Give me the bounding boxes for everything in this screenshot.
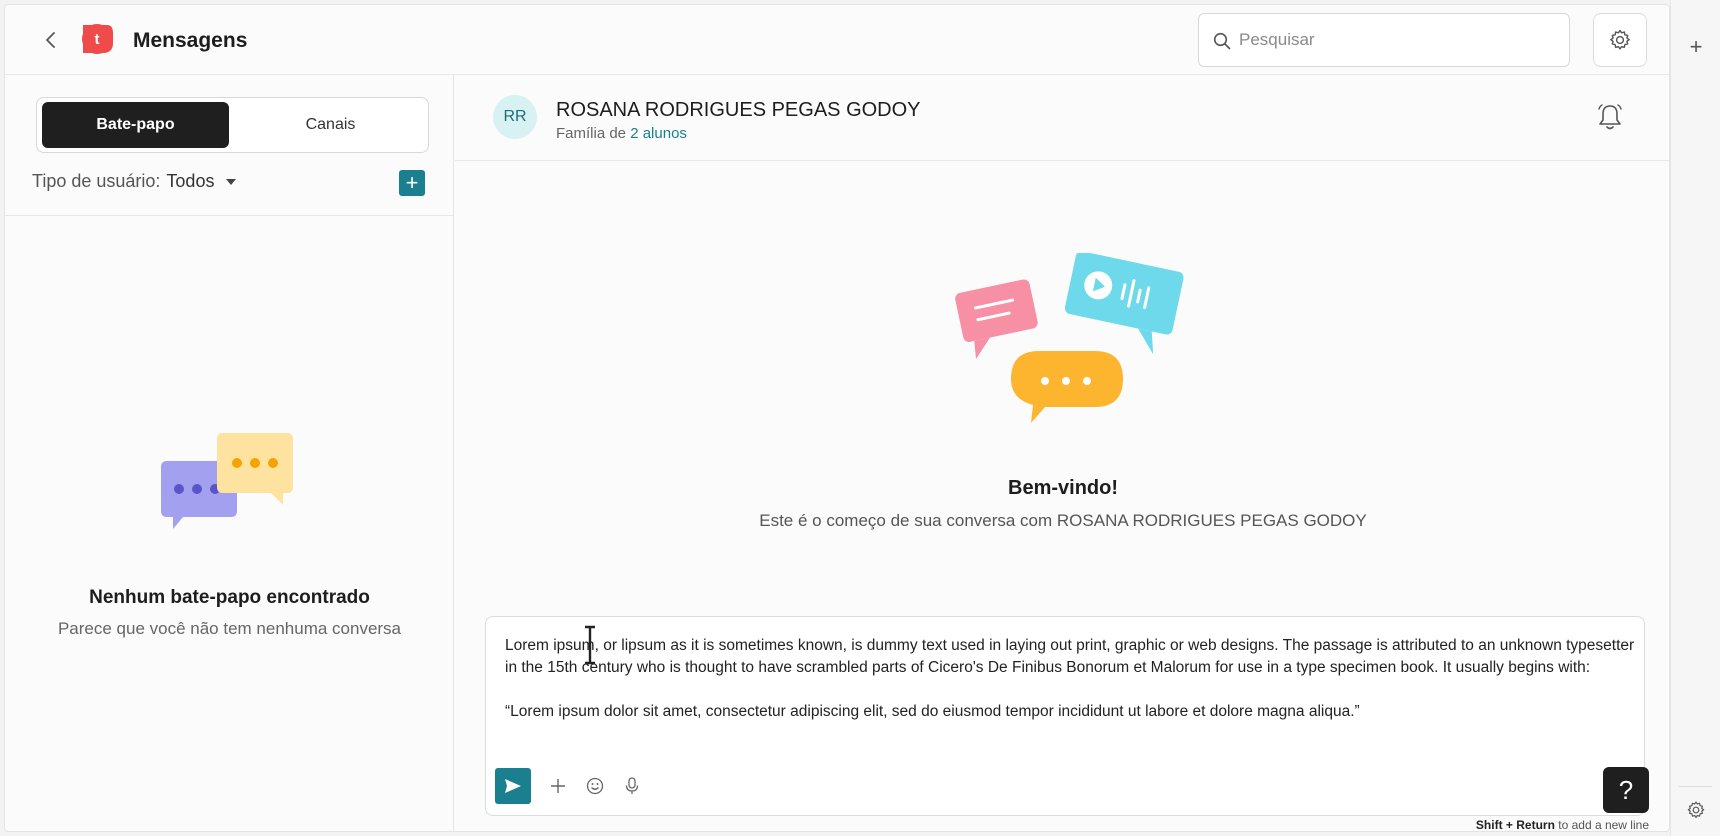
empty-chat-illustration-icon bbox=[161, 433, 293, 529]
chat-list-panel: Bate-papo Canais Tipo de usuário: Todos +… bbox=[5, 75, 454, 831]
contact-subtitle: Família de 2 alunos bbox=[556, 125, 687, 142]
newline-hint: Shift + Return to add a new line bbox=[1475, 818, 1649, 832]
divider bbox=[1679, 786, 1712, 787]
app-window: t Mensagens Bate-papo Canais Tipo de usu… bbox=[4, 4, 1670, 832]
message-input[interactable]: Lorem ipsum, or lipsum as it is sometime… bbox=[505, 635, 1635, 723]
chat-tabs: Bate-papo Canais bbox=[36, 97, 429, 153]
app-logo-icon: t bbox=[82, 24, 113, 54]
hint-keys: Shift + Return bbox=[1475, 818, 1555, 832]
subtitle-prefix: Família de bbox=[556, 125, 627, 142]
settings-button[interactable] bbox=[1593, 13, 1647, 67]
send-button[interactable] bbox=[495, 768, 531, 804]
send-icon bbox=[505, 779, 521, 793]
message-quote: “Lorem ipsum dolor sit amet, consectetur… bbox=[505, 703, 1360, 720]
new-chat-button[interactable]: + bbox=[399, 170, 425, 196]
tab-canais[interactable]: Canais bbox=[237, 102, 424, 148]
search-input[interactable] bbox=[1239, 24, 1559, 56]
filter-value: Todos bbox=[166, 171, 215, 191]
emoji-icon bbox=[586, 777, 604, 795]
empty-state-subtitle: Parece que você não tem nenhuma conversa bbox=[57, 619, 402, 638]
message-composer[interactable]: Lorem ipsum, or lipsum as it is sometime… bbox=[485, 616, 1645, 816]
top-header: t Mensagens bbox=[5, 5, 1669, 75]
plus-icon bbox=[551, 779, 565, 793]
empty-state-title: Nenhum bate-papo encontrado bbox=[89, 587, 370, 608]
text-cursor-icon bbox=[585, 625, 595, 665]
welcome-title: Bem-vindo! bbox=[1008, 477, 1118, 499]
contact-name: ROSANA RODRIGUES PEGAS GODOY bbox=[556, 99, 921, 121]
avatar[interactable]: RR bbox=[493, 95, 537, 139]
hint-text: to add a new line bbox=[1554, 818, 1649, 832]
conversation-header: RR ROSANA RODRIGUES PEGAS GODOY Família … bbox=[455, 75, 1669, 161]
back-arrow-icon[interactable] bbox=[43, 31, 59, 49]
message-paragraph: Lorem ipsum, or lipsum as it is sometime… bbox=[505, 637, 1635, 676]
emoji-button[interactable] bbox=[584, 775, 606, 797]
tab-bate-papo[interactable]: Bate-papo bbox=[42, 102, 229, 148]
welcome-illustration-icon bbox=[955, 253, 1184, 423]
caret-down-icon bbox=[226, 179, 237, 186]
filter-label: Tipo de usuário: bbox=[32, 171, 161, 191]
page-title: Mensagens bbox=[133, 29, 248, 52]
attach-button[interactable] bbox=[547, 775, 569, 797]
microphone-icon bbox=[625, 777, 639, 794]
logo-letter: t bbox=[95, 31, 100, 48]
conversation-panel: RR ROSANA RODRIGUES PEGAS GODOY Família … bbox=[455, 75, 1669, 832]
bell-icon[interactable] bbox=[1597, 103, 1623, 131]
side-rail: + bbox=[1670, 0, 1720, 836]
search-icon bbox=[1213, 32, 1231, 50]
voice-button[interactable] bbox=[621, 775, 643, 797]
divider bbox=[5, 215, 453, 216]
user-type-filter[interactable]: Tipo de usuário: Todos bbox=[32, 171, 237, 192]
welcome-subtitle: Este é o começo de sua conversa com ROSA… bbox=[759, 511, 1367, 530]
gear-icon bbox=[1610, 29, 1630, 50]
help-button[interactable]: ? bbox=[1603, 767, 1649, 813]
students-link[interactable]: 2 alunos bbox=[630, 125, 687, 142]
add-panel-button[interactable]: + bbox=[1687, 36, 1705, 58]
gear-icon[interactable] bbox=[1686, 800, 1706, 820]
search-box[interactable] bbox=[1198, 13, 1570, 67]
